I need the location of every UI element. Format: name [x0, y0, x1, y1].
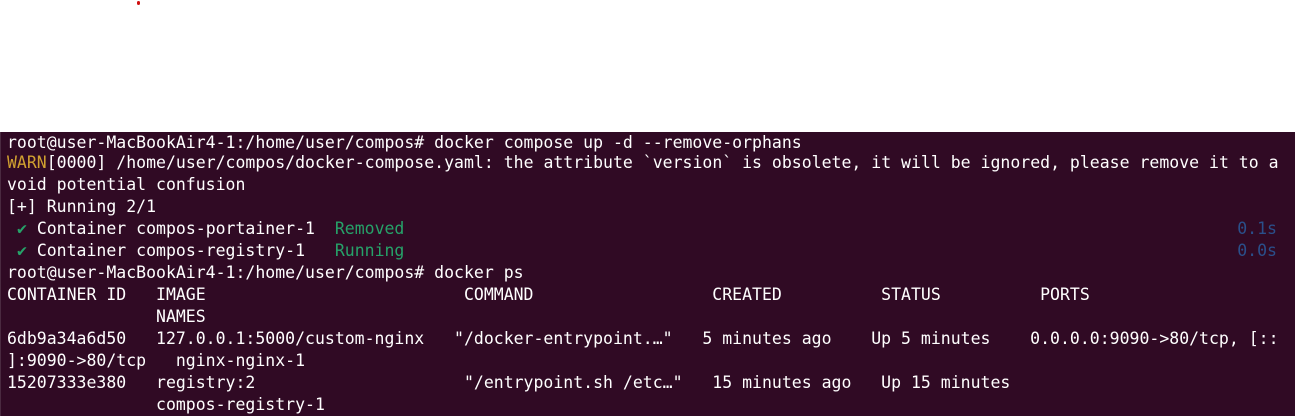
container-registry-line: ✔ Container compos-registry-1 Running	[7, 240, 404, 262]
container-registry-status: Running	[334, 241, 405, 260]
warn-line-continued: void potential confusion	[7, 175, 246, 194]
container-registry-time: 0.0s	[1237, 241, 1277, 260]
ps-header-names: NAMES	[7, 307, 206, 326]
ps-row-nginx-continued: ]:9090->80/tcp nginx-nginx-1	[7, 351, 306, 370]
terminal-window[interactable]: root@user-MacBookAir4-1:/home/user/compo…	[0, 132, 1295, 416]
warn-line: WARN[0000] /home/user/compos/docker-comp…	[7, 152, 1279, 174]
prompt-compose-up: root@user-MacBookAir4-1:/home/user/compo…	[7, 133, 802, 152]
screen: root@user-MacBookAir4-1:/home/user/compo…	[0, 0, 1295, 416]
blank-top-area	[0, 0, 1295, 132]
container-portainer-line: ✔ Container compos-portainer-1 Removed	[7, 218, 404, 240]
check-icon: ✔	[16, 241, 27, 260]
ps-header: CONTAINER ID IMAGE COMMAND CREATED STATU…	[7, 285, 1090, 304]
warn-message: [0000] /home/user/compos/docker-compose.…	[46, 153, 1279, 172]
ps-row-nginx: 6db9a34a6d50 127.0.0.1:5000/custom-nginx…	[7, 329, 1279, 348]
warn-tag: WARN	[7, 153, 47, 172]
terminal-left-border	[0, 132, 1, 416]
running-status: [+] Running 2/1	[7, 197, 157, 216]
container-registry-label: Container compos-registry-1	[36, 241, 335, 260]
ps-row-registry-continued: compos-registry-1	[7, 395, 325, 414]
prompt-docker-ps: root@user-MacBookAir4-1:/home/user/compo…	[7, 263, 524, 282]
container-portainer-label: Container compos-portainer-1	[36, 219, 335, 238]
check-icon: ✔	[16, 219, 27, 238]
container-portainer-status: Removed	[334, 219, 405, 238]
red-cursor-dot	[137, 1, 140, 5]
ps-row-registry: 15207333e380 registry:2 "/entrypoint.sh …	[7, 373, 1011, 392]
container-portainer-time: 0.1s	[1237, 219, 1277, 238]
